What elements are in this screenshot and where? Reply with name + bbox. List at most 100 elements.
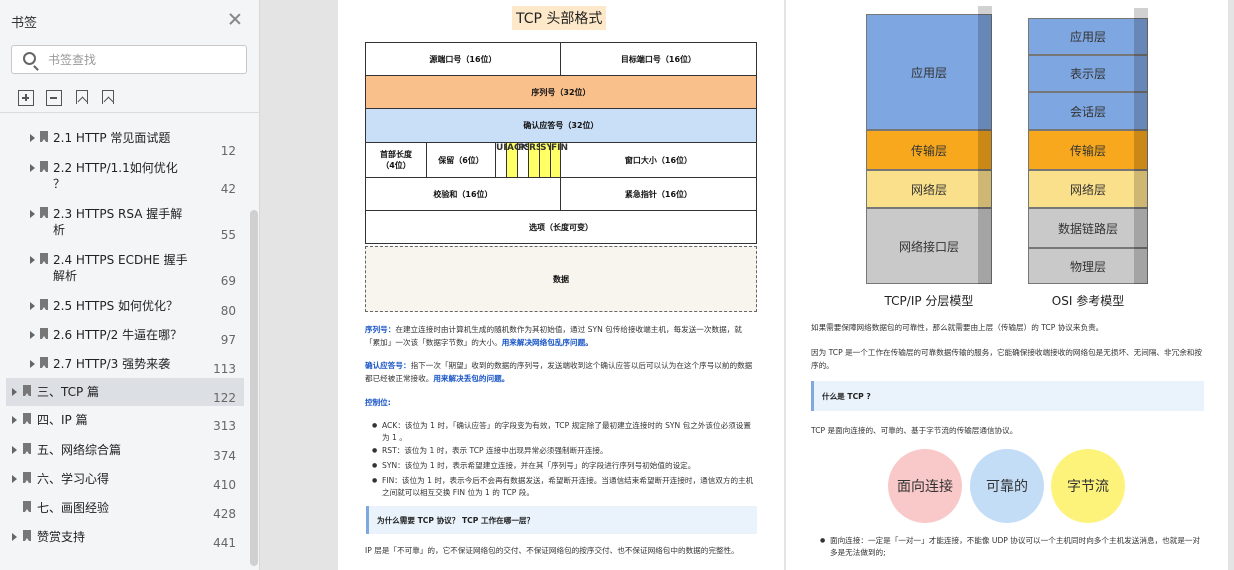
bookmark-label: 五、网络综合篇 — [37, 443, 122, 457]
bookmark-page: 42 — [220, 182, 236, 196]
osi-presentation-layer: 表示层 — [1028, 55, 1148, 92]
bookmark-item[interactable]: 2.1 HTTP 常见面试题 12 — [6, 128, 244, 158]
stack-side-shade — [1134, 8, 1148, 284]
add-bookmark-icon[interactable] — [76, 90, 88, 104]
bookmark-item[interactable]: 2.3 HTTPS RSA 握手解 析 55 — [6, 204, 244, 244]
bookmark-list: 2.1 HTTP 常见面试题 12 2.2 HTTP/1.1如何优化 ？ 42 … — [0, 120, 252, 570]
window-size-cell: 窗口大小（16位） — [560, 142, 757, 178]
bookmark-page: 69 — [220, 274, 236, 288]
close-icon[interactable] — [228, 12, 242, 26]
bullet-fin: FIN：该位为 1 时，表示今后不会再有数据发送，希望断开连接。当通信结束希望断… — [372, 475, 757, 499]
bookmark-item[interactable]: 2.5 HTTPS 如何优化？ 80 — [6, 296, 244, 322]
bookmark-label: 2.7 HTTP/3 强势来袭 — [53, 357, 171, 371]
bookmark-toolbar — [18, 90, 114, 106]
expand-arrow-icon[interactable] — [30, 256, 35, 264]
reserved-cell: 保留（6位） — [426, 142, 496, 178]
ack-cell: 确认应答号（32位） — [365, 108, 757, 143]
osi-physical-layer: 物理层 — [1028, 248, 1148, 284]
paragraph-ip: IP 层是「不可靠」的，它不保证网络包的交付、不保证网络包的按序交付、也不保证网… — [365, 546, 739, 555]
bookmark-label: 四、IP 篇 — [37, 413, 88, 427]
sidebar-title: 书签 — [11, 16, 38, 31]
paragraph-tcp-definition: TCP 是面向连接的、可靠的、基于字节流的传输层通信协议。 — [811, 426, 1018, 435]
bookmark-page: 441 — [213, 536, 236, 550]
bookmark-label: 2.4 HTTPS ECDHE 握手 解析 — [53, 253, 188, 283]
callout-what-is-tcp: 什么是 TCP ? — [811, 381, 1204, 411]
bookmark-icon — [40, 207, 48, 218]
tcpip-link-layer: 网络接口层 — [866, 208, 992, 284]
expand-arrow-icon[interactable] — [12, 533, 17, 541]
bookmark-icon — [40, 299, 48, 310]
expand-arrow-icon[interactable] — [30, 210, 35, 218]
checksum-cell: 校验和（16位） — [365, 177, 561, 211]
bookmark-page: 374 — [213, 449, 236, 463]
bookmark-icon — [40, 131, 48, 142]
dst-port-cell: 目标端口号（16位） — [560, 42, 757, 76]
bookmark-item[interactable]: 六、学习心得 410 — [6, 469, 244, 495]
bookmark-item[interactable]: 2.7 HTTP/3 强势来袭 113 — [6, 354, 244, 380]
expand-arrow-icon[interactable] — [30, 164, 35, 172]
bookmark-page: 113 — [213, 362, 236, 376]
bookmark-icon — [40, 161, 48, 172]
bookmark-search-input[interactable] — [48, 50, 238, 70]
bookmark-page: 428 — [213, 507, 236, 521]
bookmark-page: 12 — [220, 144, 236, 158]
bookmark-search-box[interactable] — [11, 45, 247, 74]
seq-cell: 序列号（32位） — [365, 75, 757, 109]
bookmark-label: 2.5 HTTPS 如何优化？ — [53, 299, 179, 313]
paragraph-ack: 确认应答号：指下一次「期望」收到的数据的序列号，发送端收到这个确认应答以后可以认… — [365, 359, 757, 385]
stack-side-shade — [978, 6, 992, 284]
bookmark-item[interactable]: 2.2 HTTP/1.1如何优化 ？ 42 — [6, 158, 244, 198]
expand-arrow-icon[interactable] — [12, 416, 17, 424]
expand-arrow-icon[interactable] — [30, 360, 35, 368]
expand-all-icon[interactable] — [18, 90, 34, 106]
bookmark-icon — [23, 385, 31, 396]
term-label: 序列号： — [365, 325, 396, 334]
src-port-cell: 源端口号（16位） — [365, 42, 561, 76]
bookmark-icon — [23, 472, 31, 483]
expand-arrow-icon[interactable] — [12, 446, 17, 454]
bookmark-icon — [40, 328, 48, 339]
bullet-syn: SYN：该位为 1 时，表示希望建立连接，并在其「序列号」的字段进行序列号初始值… — [372, 460, 757, 472]
bookmark-item[interactable]: 五、网络综合篇 374 — [6, 440, 244, 466]
bookmark-page: 97 — [220, 333, 236, 347]
bookmark-label: 2.2 HTTP/1.1如何优化 ？ — [53, 161, 178, 191]
bookmark-page: 122 — [213, 391, 236, 405]
bookmark-item[interactable]: 赞赏支持 441 — [6, 527, 244, 553]
osi-session-layer: 会话层 — [1028, 92, 1148, 130]
callout-question: 为什么需要 TCP 协议？ TCP 工作在哪一层？ — [366, 506, 757, 534]
expand-arrow-icon[interactable] — [12, 475, 17, 483]
highlight-link[interactable]: 用来解决丢包的问题。 — [433, 374, 509, 383]
collapse-all-icon[interactable] — [46, 90, 62, 106]
bookmark-item[interactable]: 2.6 HTTP/2 牛逼在哪？ 97 — [6, 325, 244, 351]
highlight-link[interactable]: 用来解决网络包乱序问题。 — [502, 338, 593, 347]
bookmark-page: 80 — [220, 304, 236, 318]
term-label: 控制位: — [365, 398, 391, 407]
sidebar-scrollbar[interactable] — [250, 210, 258, 566]
tcpip-caption: TCP/IP 分层模型 — [884, 294, 974, 308]
bullet-ack: ACK：该位为 1 时，「确认应答」的字段变为有效，TCP 规定除了最初建立连接… — [372, 420, 757, 444]
expand-arrow-icon[interactable] — [30, 331, 35, 339]
bookmark-icon[interactable] — [102, 90, 114, 104]
options-cell: 选项（长度可变） — [365, 210, 757, 244]
urgent-pointer-cell: 紧急指针（16位） — [560, 177, 757, 211]
bubble-byte-stream: 字节流 — [1051, 449, 1125, 523]
tcpip-application-layer: 应用层 — [866, 14, 992, 130]
page-title: TCP 头部格式 — [512, 6, 607, 30]
bookmark-icon — [23, 413, 31, 424]
bookmark-label: 2.1 HTTP 常见面试题 — [53, 131, 171, 145]
expand-arrow-icon[interactable] — [12, 388, 17, 396]
bookmark-icon — [40, 357, 48, 368]
bookmark-item-selected[interactable]: 三、TCP 篇 122 — [6, 378, 244, 406]
tcpip-network-layer: 网络层 — [866, 170, 992, 208]
divider — [0, 112, 259, 113]
osi-datalink-layer: 数据链路层 — [1028, 208, 1148, 248]
expand-arrow-icon[interactable] — [30, 134, 35, 142]
bubble-reliable: 可靠的 — [970, 449, 1044, 523]
bookmark-item[interactable]: 四、IP 篇 313 — [6, 410, 244, 436]
osi-transport-layer: 传输层 — [1028, 130, 1148, 170]
control-bits-label: 控制位: — [365, 396, 391, 409]
bookmark-item[interactable]: 2.4 HTTPS ECDHE 握手 解析 69 — [6, 250, 244, 290]
bookmark-label: 七、画图经验 — [37, 501, 110, 515]
bookmark-item[interactable]: 七、画图经验 428 — [6, 498, 244, 524]
expand-arrow-icon[interactable] — [30, 302, 35, 310]
